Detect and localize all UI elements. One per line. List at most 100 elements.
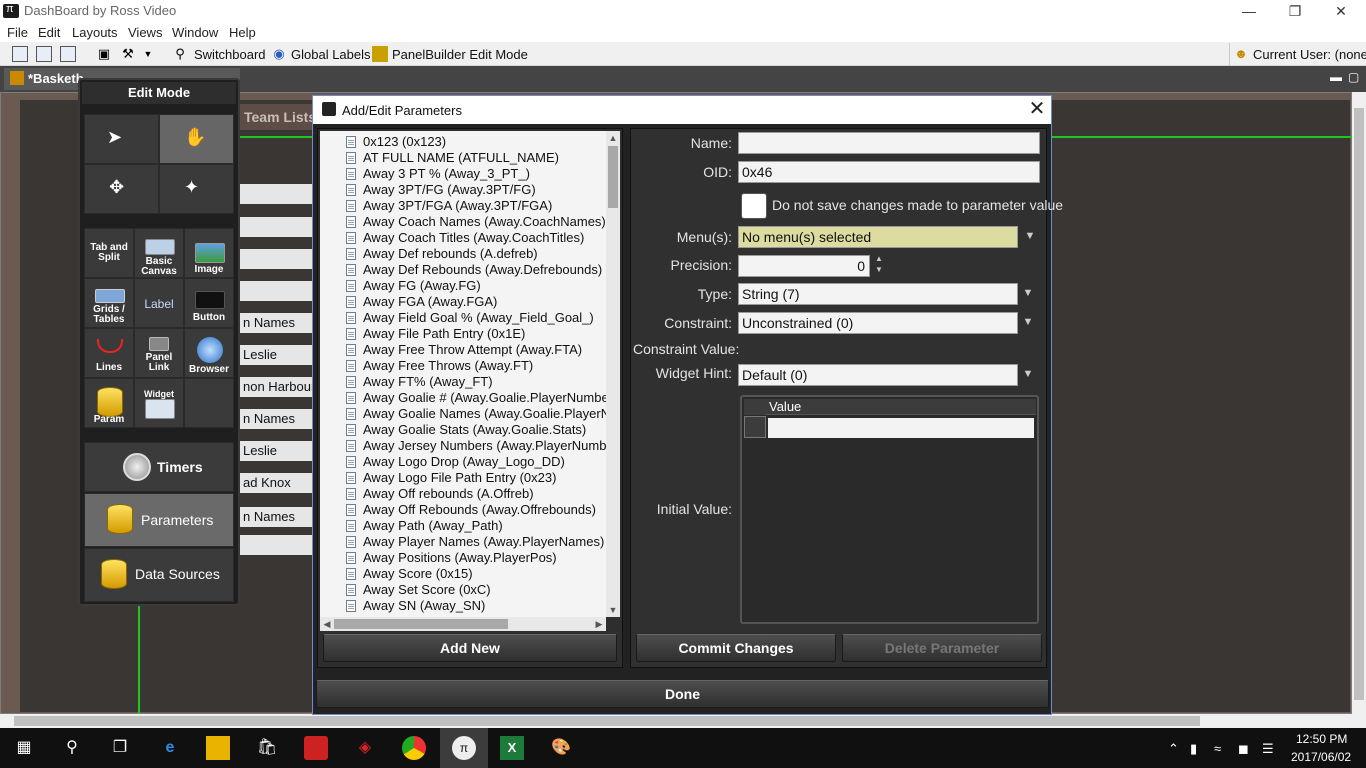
list-item[interactable]: Away FG (Away.FG) (320, 278, 606, 294)
data-sources-button[interactable]: Data Sources (84, 548, 234, 602)
menu-layouts[interactable]: Layouts (72, 25, 118, 40)
red-box-icon[interactable]: ◈ (353, 736, 377, 760)
menu-edit[interactable]: Edit (38, 25, 60, 40)
parameter-list[interactable]: 0x123 (0x123) AT FULL NAME (ATFULL_NAME) A… (320, 131, 606, 617)
bg-field[interactable] (240, 281, 316, 301)
tools-icon[interactable]: ⚒ (120, 46, 136, 62)
save-icon[interactable] (12, 46, 28, 62)
move-tool[interactable]: ✥ (84, 164, 159, 214)
list-item[interactable]: Away Def rebounds (A.defreb) (320, 246, 606, 262)
list-vertical-scroll-thumb[interactable] (608, 146, 618, 208)
list-item[interactable]: Away Off rebounds (A.Offreb) (320, 486, 606, 502)
bg-field[interactable] (240, 184, 316, 204)
panel-maximize-icon[interactable]: ▢ (1348, 70, 1359, 84)
row-handle[interactable] (744, 416, 766, 438)
spinner-down-icon[interactable]: ▼ (872, 265, 886, 276)
pan-tool[interactable]: ✋ (159, 114, 234, 164)
store-icon[interactable]: 🛍 (255, 736, 279, 760)
search-icon[interactable]: ⚲ (60, 736, 84, 760)
edge-icon[interactable]: e (158, 736, 182, 760)
close-button[interactable]: ✕ (1318, 1, 1364, 21)
tab-split-tool[interactable]: Tab and Split (84, 228, 134, 278)
save-all-icon[interactable] (60, 46, 76, 62)
reader-icon[interactable] (304, 736, 328, 760)
list-item[interactable]: Away Set Score (0xC) (320, 582, 606, 598)
chevron-down-icon[interactable]: ▼ (1018, 368, 1038, 380)
file-explorer-icon[interactable] (206, 736, 230, 760)
list-item[interactable]: Away SN (Away_SN) (320, 598, 606, 614)
global-labels-icon[interactable]: ◉ (271, 46, 287, 62)
list-item[interactable]: Away Goalie Names (Away.Goalie.PlayerN (320, 406, 606, 422)
no-save-checkbox[interactable] (741, 193, 767, 219)
save-as-icon[interactable] (36, 46, 52, 62)
bg-field[interactable]: Leslie (240, 345, 316, 365)
list-item[interactable]: Away FGA (Away.FGA) (320, 294, 606, 310)
list-item[interactable]: Away Coach Titles (Away.CoachTitles) (320, 230, 606, 246)
timers-button[interactable]: Timers (84, 442, 234, 492)
taskbar-clock-time[interactable]: 12:50 PM (1296, 732, 1347, 746)
task-view-icon[interactable]: ❐ (108, 736, 132, 760)
panelbuilder-edit-mode-button[interactable]: PanelBuilder Edit Mode (392, 47, 528, 62)
list-item[interactable]: 0x123 (0x123) (320, 134, 606, 150)
spinner-up-icon[interactable]: ▲ (872, 254, 886, 265)
grids-tables-tool[interactable]: Grids / Tables (84, 278, 134, 328)
commit-changes-button[interactable]: Commit Changes (636, 634, 836, 662)
image-tool[interactable]: Image (184, 228, 234, 278)
menu-views[interactable]: Views (128, 25, 162, 40)
list-horizontal-scroll-thumb[interactable] (334, 619, 508, 629)
list-item[interactable]: Away Def Rebounds (Away.Defrebounds) (320, 262, 606, 278)
widget-hint-select[interactable]: Default (0) (738, 364, 1018, 386)
bg-field[interactable] (240, 535, 316, 555)
dashboard-taskbar-icon[interactable]: π (452, 736, 476, 760)
wifi-icon[interactable]: ≈ (1214, 741, 1221, 756)
label-tool[interactable]: Label (134, 278, 184, 328)
list-item[interactable]: Away 3 PT % (Away_3_PT_) (320, 166, 606, 182)
global-labels-button[interactable]: Global Labels (291, 47, 371, 62)
list-item[interactable]: Away Field Goal % (Away_Field_Goal_) (320, 310, 606, 326)
precision-spinner[interactable]: 0 (738, 255, 870, 277)
switchboard-button[interactable]: Switchboard (194, 47, 266, 62)
delete-parameter-button[interactable]: Delete Parameter (842, 634, 1042, 662)
list-item[interactable]: Away Logo Drop (Away_Logo_DD) (320, 454, 606, 470)
list-item[interactable]: Away Positions (Away.PlayerPos) (320, 550, 606, 566)
panel-minimize-icon[interactable]: ▬ (1330, 70, 1342, 84)
bg-field[interactable]: n Names (240, 507, 316, 527)
browser-tool[interactable]: Browser (184, 328, 234, 378)
basic-canvas-tool[interactable]: Basic Canvas (134, 228, 184, 278)
name-field[interactable] (738, 132, 1040, 154)
bg-field[interactable] (240, 217, 316, 237)
add-new-button[interactable]: Add New (323, 634, 617, 662)
restore-button[interactable]: ❐ (1272, 1, 1318, 21)
list-item[interactable]: Away Free Throw Attempt (Away.FTA) (320, 342, 606, 358)
bg-field[interactable]: n Names (240, 313, 316, 333)
list-item[interactable]: Away Free Throws (Away.FT) (320, 358, 606, 374)
volume-muted-icon[interactable]: ◼ (1238, 741, 1249, 757)
bg-field[interactable]: non Harbour (240, 377, 316, 397)
parameters-button[interactable]: Parameters (84, 493, 234, 547)
chrome-icon[interactable] (402, 736, 426, 760)
oid-field[interactable]: 0x46 (738, 161, 1040, 183)
resize-tool[interactable]: ✦ (159, 164, 234, 214)
list-item[interactable]: Away Player Names (Away.PlayerNames) (320, 534, 606, 550)
camera-icon[interactable]: ▣ (96, 46, 112, 62)
menus-select[interactable]: No menu(s) selected (738, 226, 1018, 248)
list-item[interactable]: Away Jersey Numbers (Away.PlayerNumb (320, 438, 606, 454)
dialog-close-button[interactable]: ✕ (1022, 97, 1052, 121)
list-item[interactable]: Away 3PT/FGA (Away.3PT/FGA) (320, 198, 606, 214)
type-select[interactable]: String (7) (738, 283, 1018, 305)
value-cell[interactable] (768, 418, 1034, 438)
chevron-down-icon[interactable]: ▼ (1018, 287, 1038, 299)
lines-tool[interactable]: Lines (84, 328, 134, 378)
canvas-horizontal-scroll-thumb[interactable] (14, 716, 1200, 726)
list-item[interactable]: Away Goalie # (Away.Goalie.PlayerNumbe (320, 390, 606, 406)
panelbuilder-icon[interactable] (372, 46, 388, 62)
scroll-up-icon[interactable]: ▲ (606, 131, 620, 145)
bg-field[interactable]: Leslie (240, 441, 316, 461)
windows-start-icon[interactable]: ▦ (12, 736, 36, 760)
bg-field[interactable] (240, 249, 316, 269)
notifications-icon[interactable]: ☰ (1262, 741, 1274, 757)
list-item[interactable]: Away Off Rebounds (Away.Offrebounds) (320, 502, 606, 518)
chevron-down-icon[interactable]: ▼ (1020, 230, 1040, 242)
bg-field[interactable]: ad Knox (240, 473, 316, 493)
taskbar-clock-date[interactable]: 2017/06/02 (1291, 750, 1351, 764)
